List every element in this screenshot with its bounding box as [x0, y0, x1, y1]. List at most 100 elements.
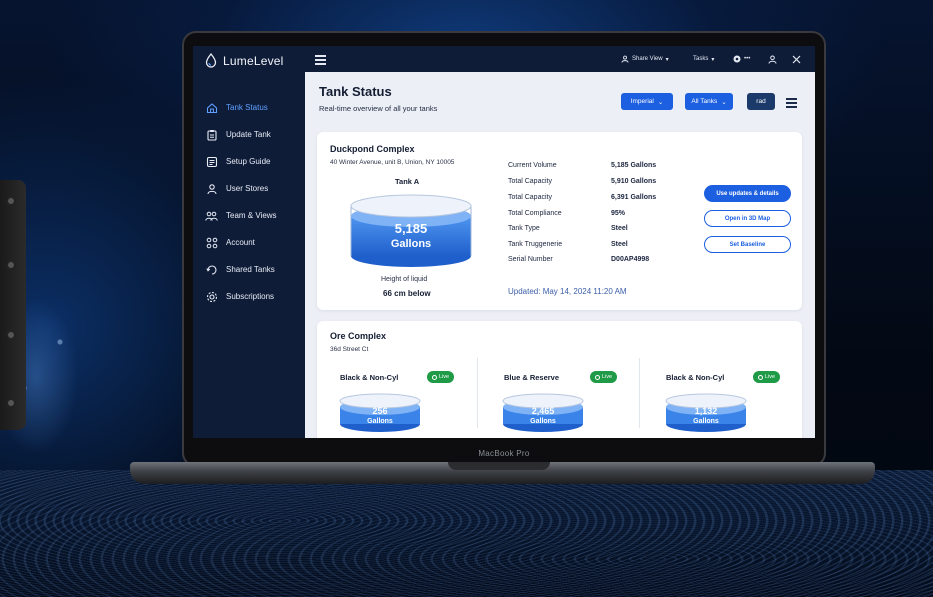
dark-action-button[interactable]: rad [747, 93, 775, 110]
tank-volume-value: 5,185 [394, 221, 428, 236]
sidebar-item-label: Shared Tanks [226, 265, 275, 274]
account-icon [205, 236, 218, 249]
live-badge: Live [427, 371, 455, 383]
status-dot-icon [733, 55, 741, 63]
sidebar-item-setup-guide[interactable]: Setup Guide [205, 148, 277, 175]
site-address: 36d Street Ct [330, 346, 369, 353]
sidebar-item-user-stores[interactable]: User Stores [205, 175, 277, 202]
mini-tank-name: Black & Non-Cyl [340, 373, 399, 382]
chevron-down-icon: ⌄ [657, 98, 664, 106]
height-label: Height of liquid [381, 276, 428, 283]
detail-value: 5,185 Gallons [611, 162, 657, 169]
share-view-label: Share View [632, 56, 663, 62]
top-bar: Share View ▾ Tasks ▾ ••• [305, 46, 815, 72]
unit-select-value: Imperial [630, 98, 654, 105]
live-badge-label: Live [439, 374, 450, 380]
list-menu-icon[interactable] [786, 98, 797, 110]
mini-tank-value: 2,465 [531, 406, 555, 416]
mini-tank-name: Black & Non-Cyl [666, 373, 725, 382]
detail-label: Total Capacity [508, 178, 552, 185]
water-drop-icon [205, 53, 217, 68]
close-button[interactable] [792, 46, 801, 72]
tasks-label: Tasks [693, 56, 709, 62]
height-value: 66 cm below [383, 289, 431, 298]
page-subtitle: Real-time overview of all your tanks [319, 104, 438, 113]
tank-filter-value: All Tanks [691, 98, 718, 105]
sidebar-item-subscriptions[interactable]: Subscriptions [205, 283, 277, 310]
sidebar-nav: Tank Status Update Tank Setup Guide User… [205, 94, 277, 310]
sidebar-item-label: Account [226, 238, 255, 247]
dark-action-label: rad [756, 98, 766, 105]
open-3d-map-button[interactable]: Open in 3D Map [704, 210, 791, 227]
tank-name: Tank A [395, 177, 420, 186]
live-badge: Live [753, 371, 781, 383]
site-name: Duckpond Complex [330, 144, 415, 154]
detail-label: Total Compliance [508, 210, 562, 217]
chevron-down-icon: ⌄ [721, 98, 727, 106]
detail-value: Steel [611, 241, 628, 248]
page-title: Tank Status [319, 84, 392, 99]
sidebar-item-account[interactable]: Account [205, 229, 277, 256]
app-screen: LumeLevel Tank Status Update Tank Setup … [193, 46, 815, 438]
set-baseline-button[interactable]: Set Baseline [704, 236, 791, 253]
detail-label: Tank Truggenerie [508, 241, 563, 248]
site-card-duckpond: Duckpond Complex 40 Winter Avenue, unit … [317, 132, 802, 310]
hamburger-menu-icon[interactable] [315, 55, 326, 67]
water-surface [0, 470, 933, 597]
detail-label: Serial Number [508, 256, 553, 263]
mini-tank-name: Blue & Reserve [504, 373, 560, 382]
mini-tank-unit: Gallons [693, 418, 719, 425]
sidebar-item-tank-status[interactable]: Tank Status [205, 94, 277, 121]
gear-icon [205, 290, 218, 303]
live-dot-icon [758, 374, 763, 380]
live-badge-label: Live [765, 374, 776, 380]
tank-volume-unit: Gallons [390, 238, 432, 250]
profile-button[interactable] [768, 46, 777, 72]
sidebar-item-update-tank[interactable]: Update Tank [205, 121, 277, 148]
use-updates-button[interactable]: Use updates & details [704, 185, 791, 202]
chevron-down-icon: ▾ [665, 56, 669, 63]
book-icon [205, 155, 218, 168]
chevron-down-icon: ▾ [711, 56, 715, 63]
live-dot-icon [432, 374, 437, 380]
detail-label: Total Capacity [508, 194, 552, 201]
live-dot-icon [595, 374, 600, 380]
sidebar-item-label: Setup Guide [226, 157, 271, 166]
profile-icon [768, 55, 777, 64]
mini-tank-value: 1,132 [694, 406, 718, 416]
team-icon [205, 209, 218, 222]
detail-value: D00AP4998 [611, 256, 650, 263]
mini-tank-unit: Gallons [530, 418, 556, 425]
user-store-icon [205, 182, 218, 195]
live-badge: Live [590, 371, 618, 383]
site-name: Ore Complex [330, 331, 387, 341]
sidebar-item-label: Update Tank [226, 130, 271, 139]
status-indicator[interactable]: ••• [733, 46, 750, 72]
laptop-label: MacBook Pro [478, 449, 530, 458]
tasks-menu[interactable]: Tasks ▾ [693, 46, 714, 72]
sidebar-item-label: Subscriptions [226, 292, 275, 301]
main-content: Tank Status Real-time overview of all yo… [305, 72, 815, 438]
share-view-menu[interactable]: Share View ▾ [621, 46, 669, 72]
sidebar-item-label: Team & Views [226, 211, 277, 220]
close-icon [792, 55, 801, 63]
sidebar-item-team-views[interactable]: Team & Views [205, 202, 277, 229]
brand-name: LumeLevel [223, 53, 284, 68]
sidebar-item-shared-tanks[interactable]: Shared Tanks [205, 256, 277, 283]
home-icon [205, 101, 218, 114]
live-badge-label: Live [602, 374, 613, 380]
sensor-device [0, 180, 26, 430]
last-updated: Updated: May 14, 2024 11:20 AM [508, 287, 627, 296]
laptop-notch [448, 462, 550, 470]
brand[interactable]: LumeLevel [205, 53, 284, 68]
site-address: 40 Winter Avenue, unit B, Union, NY 1000… [330, 159, 455, 166]
divider [639, 358, 640, 428]
mini-tank-value: 256 [372, 406, 388, 416]
tank-filter-select[interactable]: All Tanks ⌄ [685, 93, 733, 110]
divider [477, 358, 478, 428]
sidebar: LumeLevel Tank Status Update Tank Setup … [193, 46, 305, 438]
detail-value: 5,910 Gallons [611, 178, 657, 185]
detail-value: 95% [611, 210, 626, 217]
unit-select[interactable]: Imperial ⌄ [621, 93, 673, 110]
user-icon [621, 55, 629, 63]
